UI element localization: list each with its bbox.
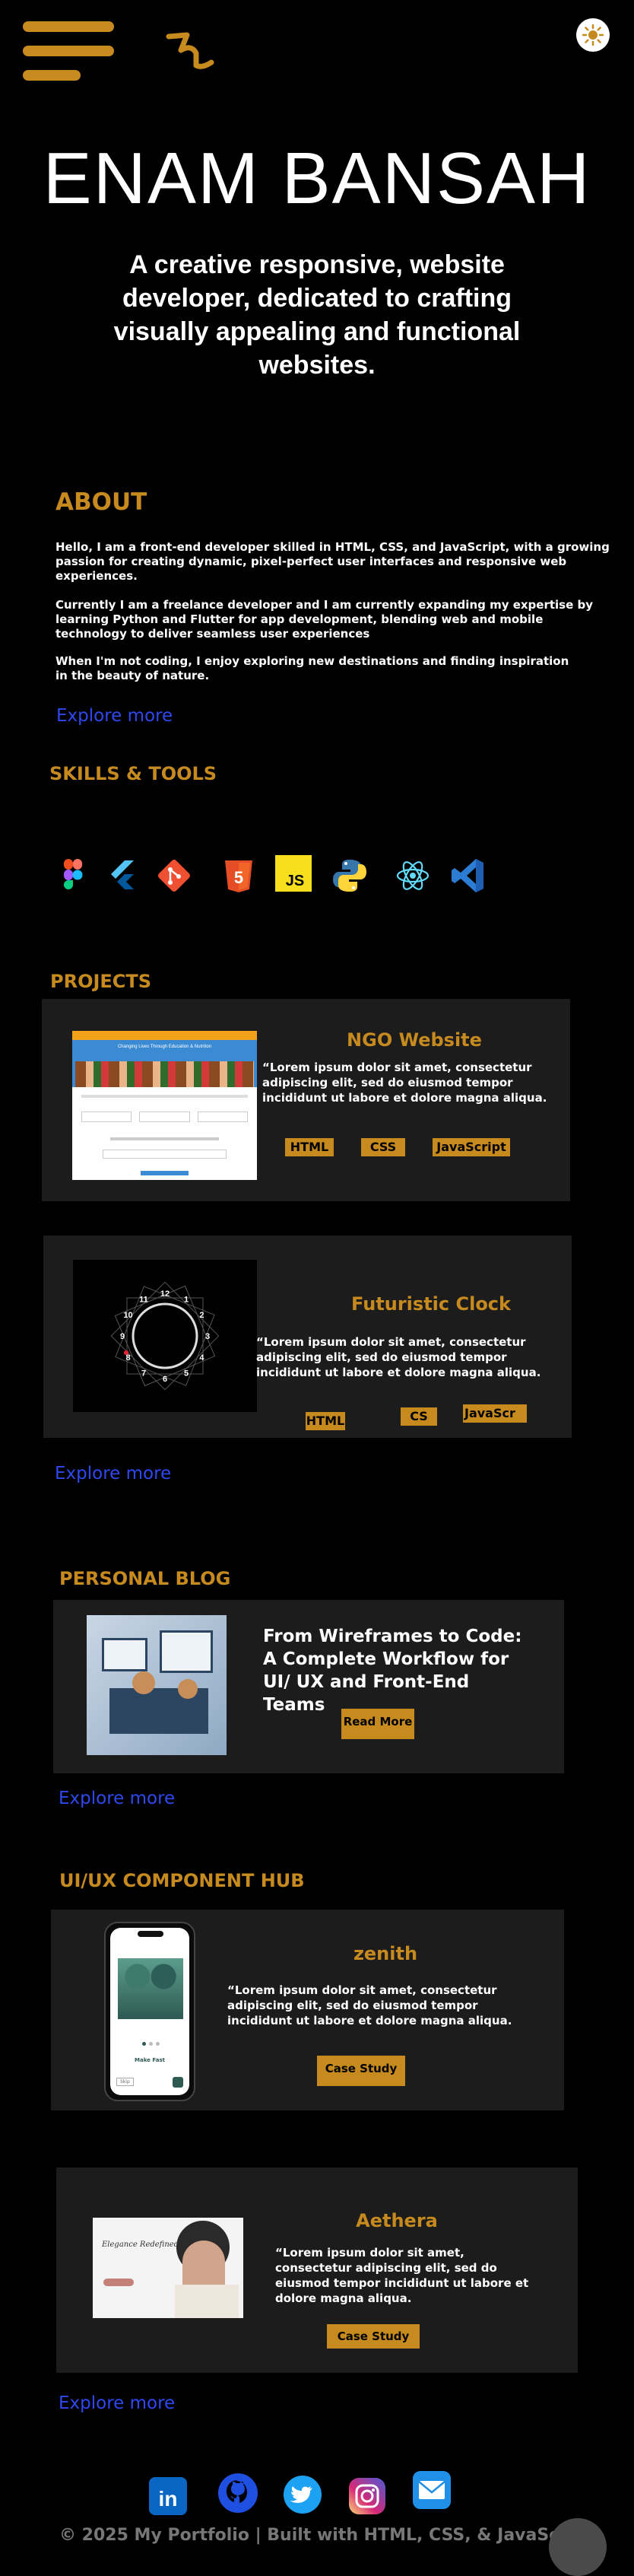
clock-number: 11 xyxy=(139,1296,148,1305)
clock-number: 1 xyxy=(184,1296,189,1305)
project-title: Futuristic Clock xyxy=(351,1293,511,1315)
twitter-icon[interactable] xyxy=(282,2474,323,2515)
github-icon[interactable] xyxy=(217,2473,258,2514)
project-card-ngo[interactable]: Changing Lives Through Education & Nutri… xyxy=(42,999,570,1201)
blog-thumbnail xyxy=(87,1615,227,1755)
tag-javascript: JavaScr xyxy=(463,1404,527,1423)
hub-description: “Lorem ipsum dolor sit amet, consectetur… xyxy=(275,2246,529,2305)
hub-description: “Lorem ipsum dolor sit amet, consectetur… xyxy=(227,1983,512,2027)
project-card-clock[interactable]: 12 1 2 3 4 5 6 7 8 9 10 11 Futuristic Clock “Lorem … xyxy=(43,1236,572,1438)
tag-html: HTML xyxy=(285,1138,334,1156)
tag-html: HTML xyxy=(306,1412,345,1430)
skills-heading: SKILLS & TOOLS xyxy=(49,763,217,784)
aethera-thumb-title: Elegance Redefined xyxy=(102,2240,179,2249)
project-title: NGO Website xyxy=(347,1029,482,1051)
hub-card-zenith[interactable]: Make Fast Skip zenith “Lorem ipsum dolor… xyxy=(51,1910,564,2110)
tag-javascript: JavaScript xyxy=(433,1138,510,1156)
react-icon xyxy=(396,861,430,890)
svg-text:in: in xyxy=(159,2487,178,2511)
clock-number: 5 xyxy=(184,1369,189,1378)
case-study-button[interactable]: Case Study xyxy=(327,2324,420,2349)
hub-explore-link[interactable]: Explore more xyxy=(59,2393,175,2413)
blog-heading: PERSONAL BLOG xyxy=(59,1568,231,1589)
hub-title: zenith xyxy=(353,1943,418,1964)
projects-heading: PROJECTS xyxy=(50,971,152,992)
about-explore-link[interactable]: Explore more xyxy=(56,706,173,726)
clock-number: 4 xyxy=(199,1353,204,1363)
sun-icon xyxy=(582,24,604,46)
hero-subtitle: A creative responsive, website developer… xyxy=(113,250,521,380)
blog-card[interactable]: From Wireframes to Code: A Complete Work… xyxy=(53,1600,564,1773)
about-paragraph-1: Hello, I am a front-end developer skille… xyxy=(55,540,610,583)
hub-title: Aethera xyxy=(356,2210,438,2231)
vscode-icon xyxy=(452,859,483,892)
flutter-icon xyxy=(111,860,134,889)
tag-css: CS xyxy=(401,1407,437,1426)
projects-explore-link[interactable]: Explore more xyxy=(55,1464,171,1484)
blog-explore-link[interactable]: Explore more xyxy=(59,1789,175,1808)
clock-number: 2 xyxy=(199,1311,204,1320)
footer-text: © 2025 My Portfolio | Built with HTML, C… xyxy=(59,2526,593,2545)
instagram-icon[interactable] xyxy=(347,2476,388,2517)
clock-number: 9 xyxy=(120,1332,125,1341)
hub-card-aethera[interactable]: Elegance Redefined Aethera “Lorem ipsum … xyxy=(56,2167,578,2373)
clock-number: 8 xyxy=(125,1353,130,1363)
html5-icon: 5 xyxy=(225,860,252,892)
read-more-button[interactable]: Read More xyxy=(341,1709,414,1739)
hero-title: ENAM BANSAH xyxy=(43,138,591,219)
svg-text:JS: JS xyxy=(286,873,304,889)
ngo-thumbnail: Changing Lives Through Education & Nutri… xyxy=(72,1031,257,1180)
blog-title: From Wireframes to Code: A Complete Work… xyxy=(263,1627,522,1715)
tag-css: CSS xyxy=(361,1138,405,1156)
linkedin-icon[interactable]: in xyxy=(147,2476,189,2517)
git-icon xyxy=(158,860,190,892)
about-paragraph-2: Currently I am a freelance developer and… xyxy=(55,598,594,641)
email-icon[interactable] xyxy=(411,2469,452,2511)
about-heading: ABOUT xyxy=(55,488,147,516)
clock-number: 10 xyxy=(123,1311,132,1320)
clock-number: 3 xyxy=(205,1332,210,1341)
clock-number: 12 xyxy=(160,1290,170,1299)
scroll-top-button[interactable] xyxy=(549,2518,607,2576)
menu-icon[interactable] xyxy=(23,21,114,81)
figma-icon xyxy=(64,859,83,889)
zenith-phone-mockup: Make Fast Skip xyxy=(104,1922,195,2101)
phone-skip: Skip xyxy=(116,2078,134,2086)
aethera-thumbnail: Elegance Redefined xyxy=(93,2218,243,2318)
python-icon xyxy=(333,860,366,892)
logo[interactable] xyxy=(166,30,214,72)
hub-heading: UI/UX COMPONENT HUB xyxy=(59,1870,305,1891)
clock-number: 6 xyxy=(163,1375,167,1384)
svg-text:5: 5 xyxy=(234,868,243,887)
project-description: “Lorem ipsum dolor sit amet, consectetur… xyxy=(256,1335,541,1379)
phone-caption: Make Fast xyxy=(135,2057,165,2063)
theme-toggle[interactable] xyxy=(576,18,610,52)
about-paragraph-3: When I'm not coding, I enjoy exploring n… xyxy=(55,654,569,682)
ngo-thumb-title: Changing Lives Through Education & Nutri… xyxy=(117,1045,212,1049)
case-study-button[interactable]: Case Study xyxy=(317,2056,405,2086)
javascript-icon: JS xyxy=(275,855,312,892)
clock-number: 7 xyxy=(141,1369,146,1378)
clock-thumbnail: 12 1 2 3 4 5 6 7 8 9 10 11 xyxy=(73,1260,257,1412)
project-description: “Lorem ipsum dolor sit amet, consectetur… xyxy=(262,1061,547,1105)
